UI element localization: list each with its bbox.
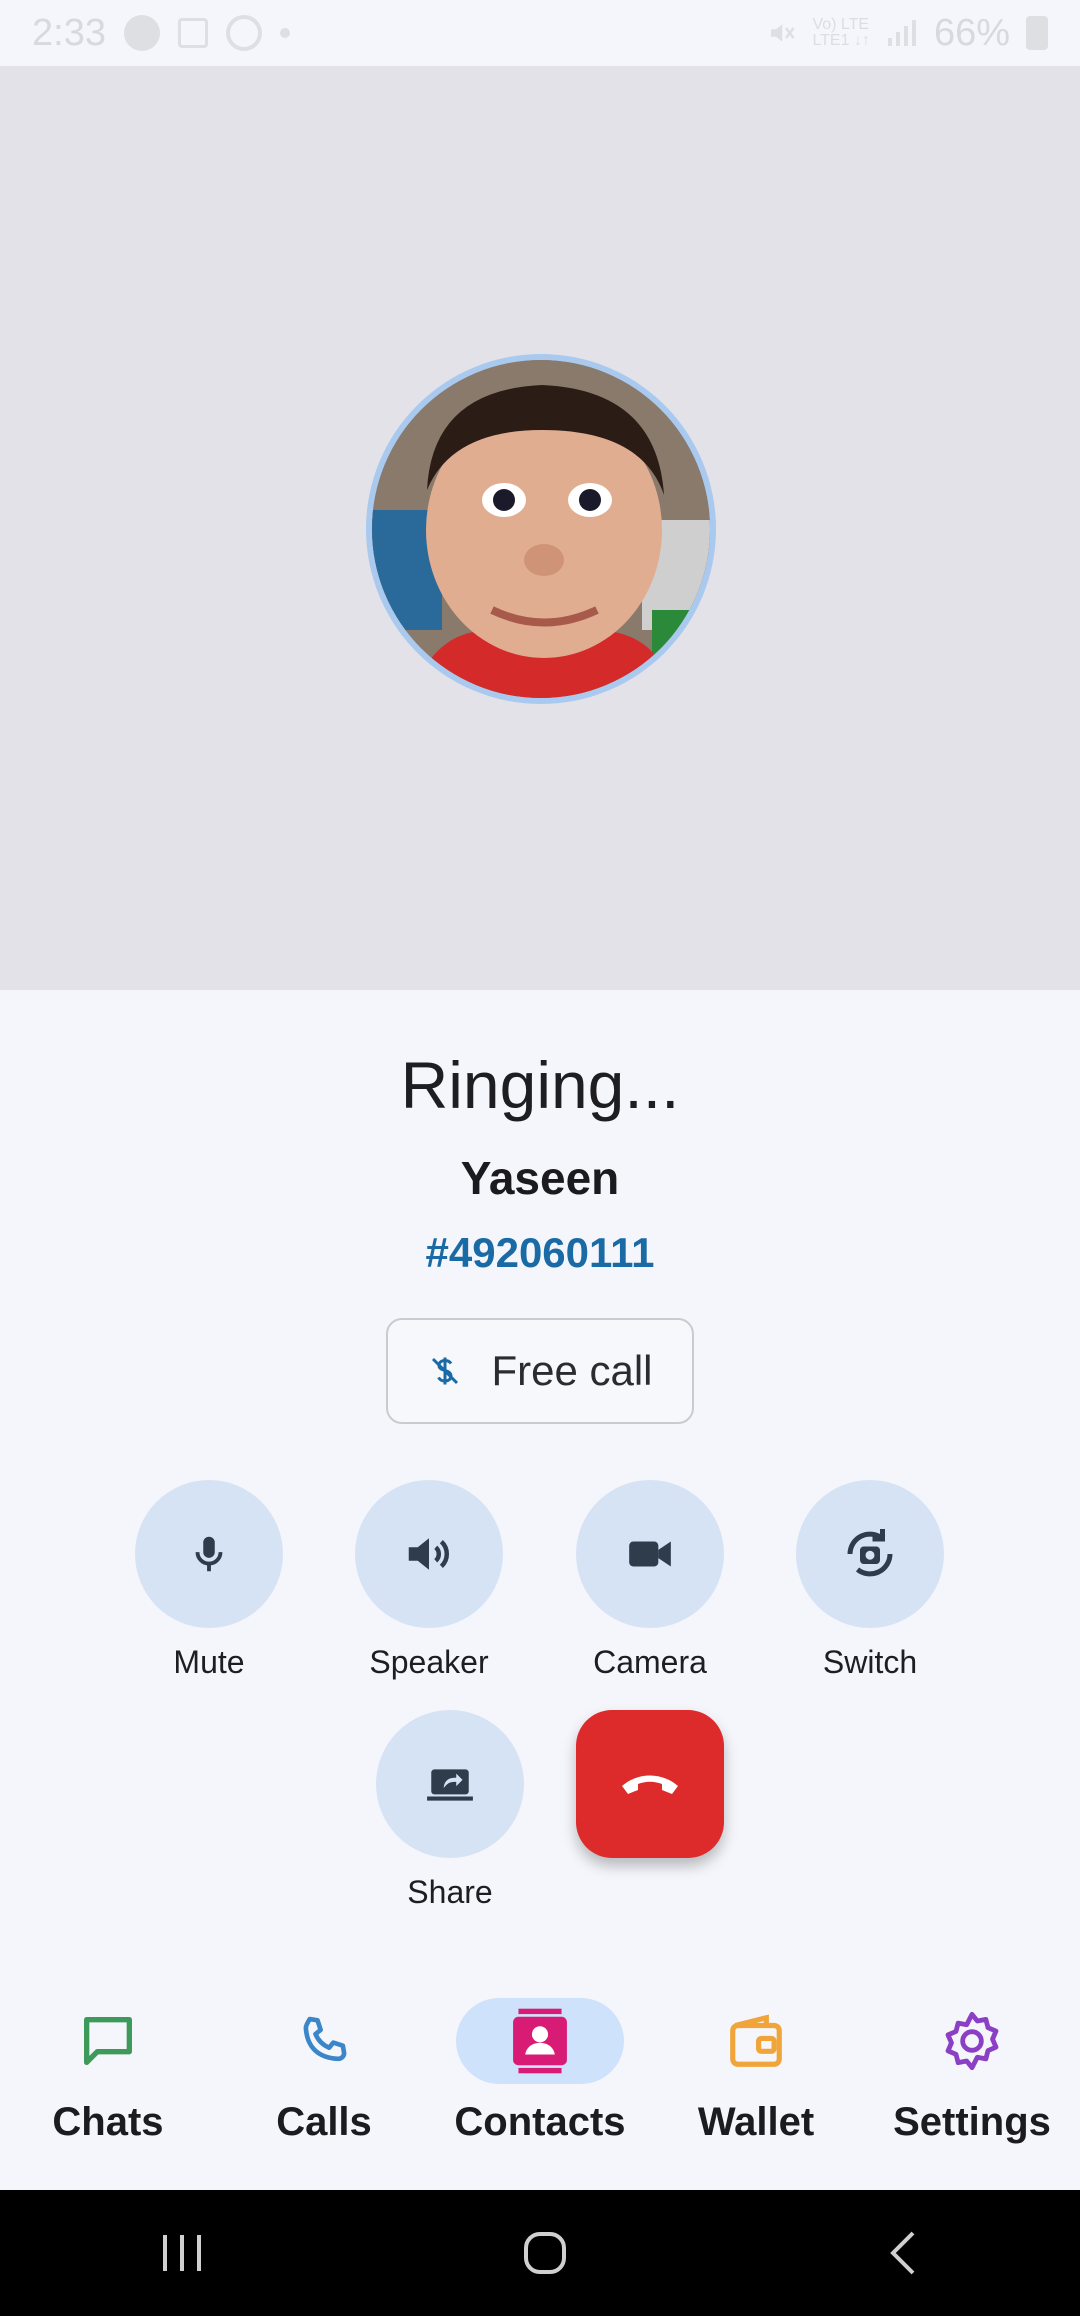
wallet-icon xyxy=(730,2014,782,2067)
switch-control: Switch xyxy=(780,1480,960,1682)
bottom-navigation: Chats Calls Contacts Wallet Settings xyxy=(0,1970,1080,2190)
nav-contacts[interactable]: Contacts xyxy=(440,1998,640,2148)
camera-button[interactable] xyxy=(576,1480,724,1628)
status-bar: 2:33 Vo) LTE LTE1 ↓↑ 66% xyxy=(0,0,1080,66)
contacts-icon xyxy=(513,2008,567,2074)
more-notifications-icon xyxy=(279,28,290,38)
recent-apps-icon[interactable] xyxy=(157,2231,207,2275)
microphone-icon xyxy=(195,1536,223,1572)
camera-label: Camera xyxy=(593,1644,707,1680)
back-icon[interactable] xyxy=(883,2228,923,2278)
call-info: Ringing... Yaseen #492060111 xyxy=(0,1040,1080,1282)
notification-icon xyxy=(123,15,160,51)
nav-wallet-icon-wrap xyxy=(672,1998,840,2084)
free-call-label: Free call xyxy=(491,1347,653,1394)
phone-icon xyxy=(303,2016,347,2062)
account-icon xyxy=(225,15,262,51)
status-time: 2:33 xyxy=(32,11,106,54)
speaker-control: Speaker xyxy=(339,1480,519,1682)
network-label: Vo) LTE LTE1 ↓↑ xyxy=(812,16,870,49)
caller-name: Yaseen xyxy=(460,1152,620,1204)
nav-chats-label: Chats xyxy=(52,2100,164,2144)
avatar-photo xyxy=(372,360,710,698)
caller-id: #492060111 xyxy=(425,1229,655,1276)
share-screen-button[interactable] xyxy=(376,1710,524,1858)
system-navigation-bar xyxy=(0,2190,1080,2316)
hang-up-button[interactable] xyxy=(576,1710,724,1858)
call-hero xyxy=(0,66,1080,990)
nav-wallet[interactable]: Wallet xyxy=(656,1998,856,2148)
share-control: Share xyxy=(360,1710,540,1912)
free-call-chip[interactable]: Free call xyxy=(386,1318,694,1424)
nav-calls-icon-wrap xyxy=(240,1998,408,2084)
speaker-button[interactable] xyxy=(355,1480,503,1628)
nav-settings[interactable]: Settings xyxy=(872,1998,1072,2148)
share-screen-icon xyxy=(427,1769,473,1801)
video-camera-icon xyxy=(629,1541,671,1567)
nav-contacts-label: Contacts xyxy=(454,2100,626,2144)
caller-avatar xyxy=(366,354,716,704)
nav-chats[interactable]: Chats xyxy=(8,1998,208,2148)
nav-calls[interactable]: Calls xyxy=(224,1998,424,2148)
speaker-label: Speaker xyxy=(369,1644,489,1680)
battery-icon xyxy=(1026,16,1048,50)
mute-status-icon xyxy=(771,24,795,42)
no-charge-icon xyxy=(432,1357,459,1385)
switch-camera-button[interactable] xyxy=(796,1480,944,1628)
speaker-icon xyxy=(408,1538,449,1570)
home-icon[interactable] xyxy=(521,2229,569,2277)
nav-wallet-label: Wallet xyxy=(697,2100,815,2144)
nav-contacts-icon-wrap xyxy=(456,1998,624,2084)
nav-settings-label: Settings xyxy=(893,2100,1051,2144)
nav-chats-icon-wrap xyxy=(24,1998,192,2084)
end-call-icon xyxy=(622,1775,678,1794)
nav-calls-label: Calls xyxy=(276,2100,372,2144)
settings-icon xyxy=(945,2011,999,2071)
switch-camera-icon xyxy=(847,1529,893,1577)
share-label: Share xyxy=(407,1874,493,1910)
mute-label: Mute xyxy=(173,1644,245,1680)
gallery-icon xyxy=(177,18,208,48)
switch-label: Switch xyxy=(822,1644,918,1680)
camera-control: Camera xyxy=(560,1480,740,1682)
battery-percent: 66% xyxy=(933,11,1010,54)
call-status: Ringing... xyxy=(400,1048,680,1122)
signal-icon xyxy=(887,20,916,46)
mute-button[interactable] xyxy=(135,1480,283,1628)
nav-settings-icon-wrap xyxy=(888,1998,1056,2084)
chat-icon xyxy=(84,2017,132,2065)
mute-control: Mute xyxy=(119,1480,299,1682)
